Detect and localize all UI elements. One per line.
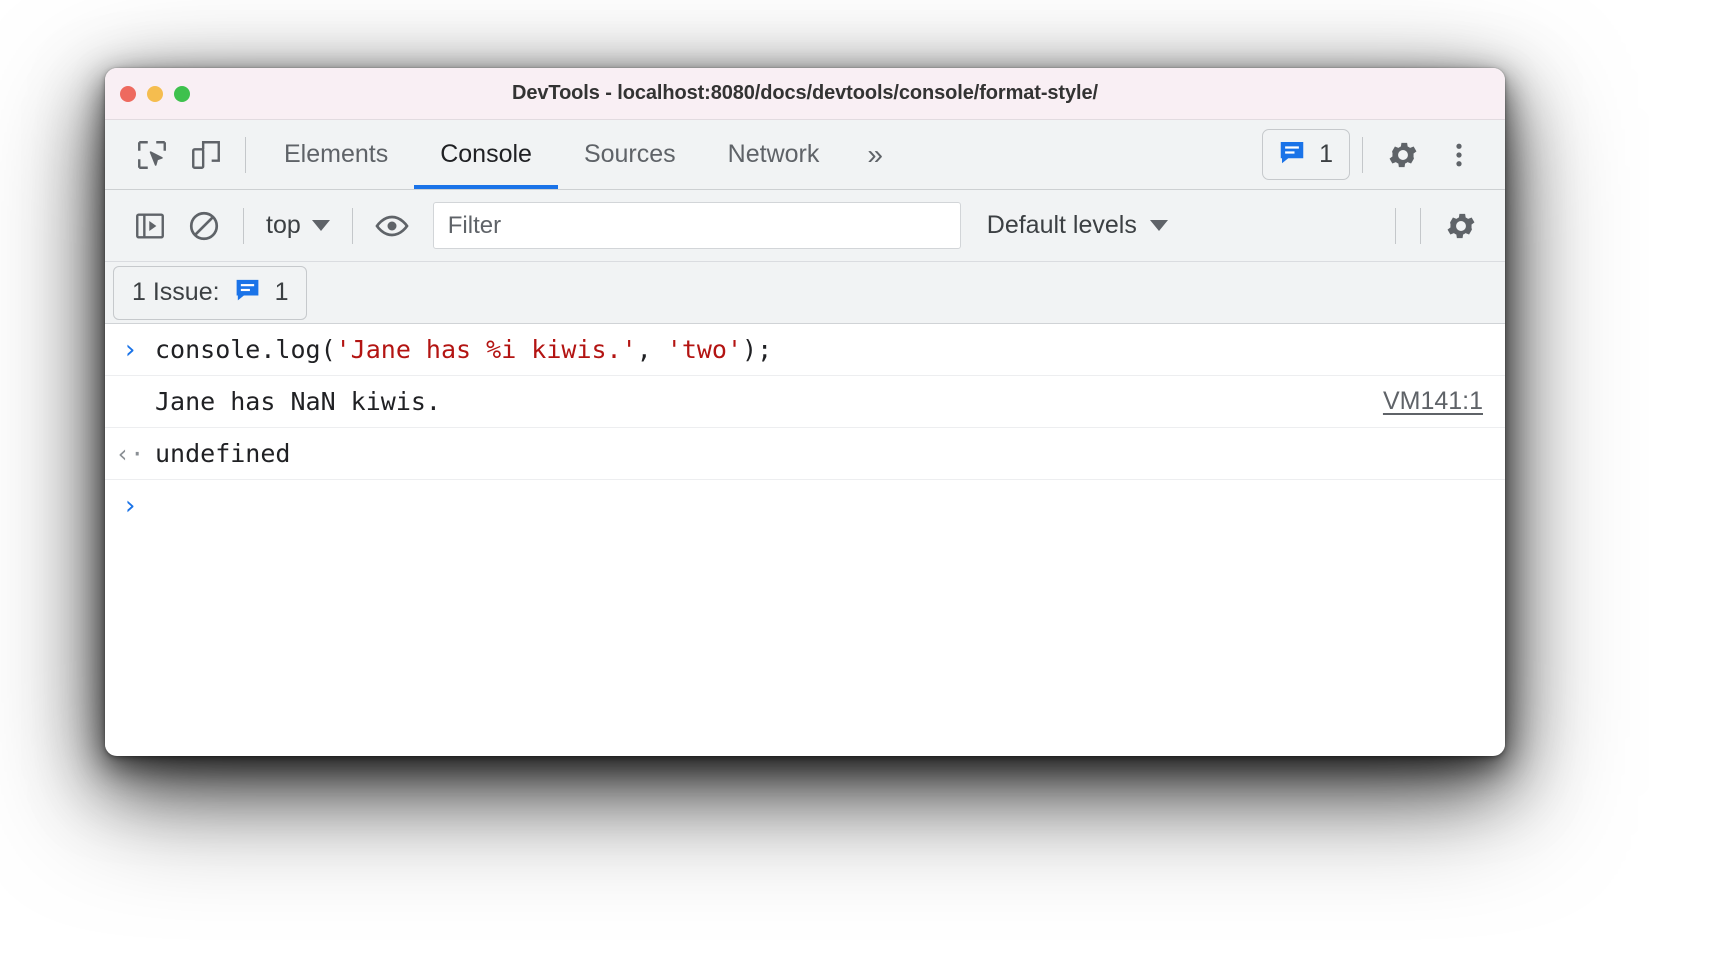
prompt-caret-icon: › — [122, 491, 138, 521]
issues-banner-button[interactable]: 1 Issue: 1 — [113, 265, 308, 320]
filter-input[interactable]: Filter — [432, 202, 961, 249]
issues-speech-bubble-icon — [1277, 137, 1307, 172]
more-tabs-icon[interactable]: » — [845, 139, 901, 171]
toolbar-divider — [245, 136, 246, 173]
maximize-button[interactable] — [174, 85, 190, 102]
issues-badge-button[interactable]: 1 — [1262, 129, 1350, 180]
filter-placeholder: Filter — [447, 211, 502, 239]
window-titlebar: DevTools - localhost:8080/docs/devtools/… — [105, 68, 1505, 120]
gear-icon[interactable] — [1375, 127, 1431, 183]
window-controls — [120, 85, 190, 102]
tab-sources[interactable]: Sources — [558, 120, 702, 189]
tab-elements-label: Elements — [284, 140, 389, 168]
inspect-element-icon[interactable] — [125, 128, 179, 182]
live-expression-eye-icon[interactable] — [365, 199, 419, 253]
prompt-caret-icon: › — [122, 334, 138, 365]
issues-banner: 1 Issue: 1 — [105, 262, 1505, 324]
execution-context-label: top — [266, 211, 301, 239]
console-row-text: console.log('Jane has %i kiwis.', 'two')… — [155, 335, 773, 364]
issues-speech-bubble-icon — [233, 275, 262, 311]
log-levels-label: Default levels — [986, 211, 1137, 239]
console-toolbar: top Filter Default levels — [105, 190, 1505, 262]
issues-count: 1 — [1319, 140, 1333, 168]
minimize-button[interactable] — [147, 85, 163, 102]
tab-sources-label: Sources — [583, 140, 676, 168]
window-title: DevTools - localhost:8080/docs/devtools/… — [512, 82, 1098, 104]
console-row-text: Jane has NaN kiwis. — [155, 387, 441, 416]
console-toolbar-divider-3 — [1395, 207, 1396, 244]
tab-network[interactable]: Network — [702, 120, 846, 189]
console-toolbar-actions — [1383, 198, 1505, 254]
clear-console-icon[interactable] — [177, 199, 231, 253]
console-row-input[interactable]: › console.log('Jane has %i kiwis.', 'two'… — [105, 324, 1505, 376]
panel-tabs: Elements Console Sources Network — [258, 120, 845, 189]
execution-context-dropdown[interactable]: top — [256, 211, 340, 240]
console-row-prompt[interactable]: › — [105, 480, 1505, 532]
console-toolbar-divider-2 — [351, 207, 353, 244]
source-location-link[interactable]: VM141:1 — [1383, 387, 1483, 416]
console-message-list[interactable]: › console.log('Jane has %i kiwis.', 'two'… — [105, 324, 1505, 755]
tabbar-actions: 1 — [1262, 127, 1505, 183]
devtools-tabbar: Elements Console Sources Network » 1 — [105, 120, 1505, 190]
tab-console[interactable]: Console — [414, 120, 558, 189]
chevron-down-icon — [311, 220, 330, 231]
console-toolbar-divider-4 — [1420, 207, 1421, 244]
tab-console-label: Console — [440, 140, 532, 168]
close-button[interactable] — [120, 85, 136, 102]
tabbar-divider — [1362, 136, 1363, 173]
console-row-eval[interactable]: ‹· undefined — [105, 428, 1505, 480]
issues-banner-label: 1 Issue: — [132, 278, 220, 306]
console-row-text: undefined — [155, 439, 291, 468]
log-levels-dropdown[interactable]: Default levels — [987, 211, 1168, 240]
console-row-result[interactable]: Jane has NaN kiwis. VM141:1 — [105, 376, 1505, 428]
console-settings-gear-icon[interactable] — [1433, 198, 1489, 254]
return-arrow-icon: ‹· — [115, 439, 145, 468]
console-sidebar-icon[interactable] — [123, 199, 177, 253]
chevron-down-icon — [1149, 220, 1168, 231]
tab-elements[interactable]: Elements — [258, 120, 414, 189]
device-toolbar-icon[interactable] — [179, 128, 233, 182]
issues-banner-count: 1 — [274, 278, 289, 306]
screenshot-root: DevTools - localhost:8080/docs/devtools/… — [0, 0, 1722, 974]
console-toolbar-divider-1 — [243, 207, 244, 244]
tab-network-label: Network — [727, 140, 820, 168]
kebab-menu-icon[interactable] — [1431, 127, 1487, 183]
devtools-window: DevTools - localhost:8080/docs/devtools/… — [105, 68, 1505, 756]
